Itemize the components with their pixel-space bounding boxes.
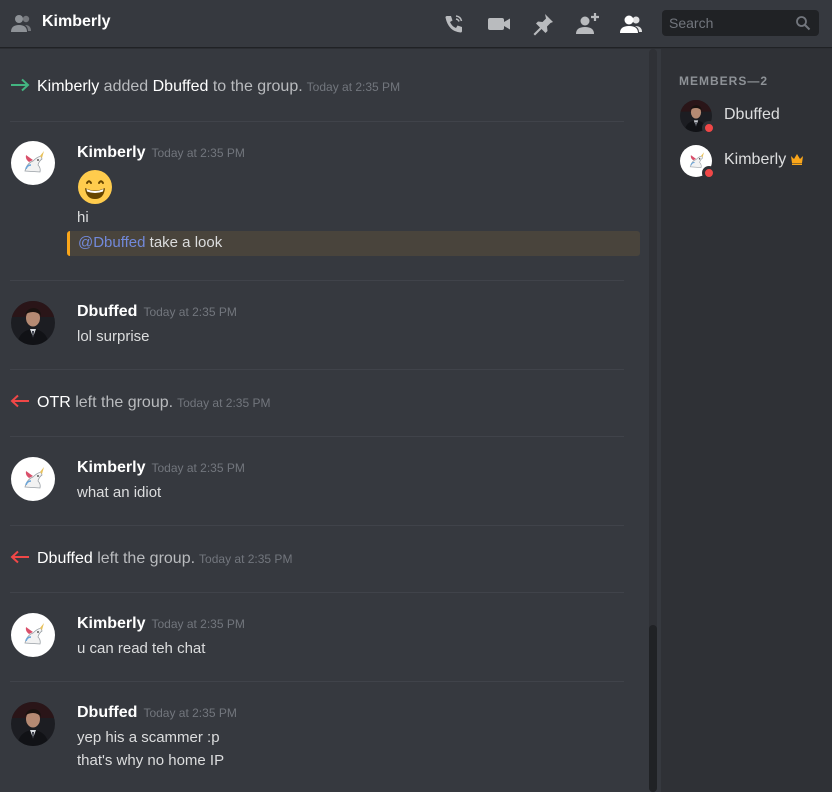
avatar[interactable] <box>11 613 55 657</box>
system-message-leave: OTR left the group. Today at 2:35 PM <box>10 393 270 412</box>
avatar[interactable] <box>11 457 55 501</box>
system-message-leave: Dbuffed left the group. Today at 2:35 PM <box>10 549 292 568</box>
message-divider <box>10 280 624 281</box>
system-target[interactable]: Dbuffed <box>153 78 209 95</box>
user-mention[interactable]: @Dbuffed <box>78 234 146 251</box>
message-text: what an idiot <box>77 484 162 501</box>
timestamp: Today at 2:35 PM <box>151 461 245 475</box>
message-author: Kimberly Today at 2:35 PM <box>77 459 245 476</box>
member-list-icon[interactable] <box>618 11 644 37</box>
dm-user-icon <box>11 15 31 32</box>
arrow-right-icon <box>11 78 30 92</box>
member-item-dbuffed[interactable]: Dbuffed <box>669 97 829 139</box>
message-text: hi <box>77 209 89 226</box>
message-text: that's why no home IP <box>77 752 225 769</box>
message-author: Kimberly Today at 2:35 PM <box>77 615 245 632</box>
message-author: Dbuffed Today at 2:35 PM <box>77 704 237 721</box>
system-actor[interactable]: OTR <box>37 394 71 411</box>
channel-header: Kimberly <box>0 0 832 48</box>
search-input[interactable] <box>662 10 792 36</box>
system-message-join: Kimberly added Dbuffed to the group. Toda… <box>10 77 400 96</box>
start-video-call-icon[interactable] <box>486 11 512 37</box>
message-list[interactable]: Kimberly added Dbuffed to the group. Toda… <box>0 49 661 792</box>
avatar[interactable] <box>11 702 55 746</box>
mention-highlight: @Dbuffed take a look <box>67 231 640 256</box>
member-list: MEMBERS—2 Dbuffed Kimberly <box>661 49 832 792</box>
message-divider <box>10 592 624 593</box>
dnd-status-indicator <box>702 166 716 180</box>
scrollbar-thumb[interactable] <box>649 625 657 792</box>
message-text: @Dbuffed take a look <box>78 234 223 251</box>
arrow-left-icon <box>10 394 29 408</box>
message-divider <box>10 681 624 682</box>
grinning-face-emoji <box>78 170 112 204</box>
message-text: u can read teh chat <box>77 640 206 657</box>
system-actor[interactable]: Dbuffed <box>37 550 93 567</box>
member-name: Dbuffed <box>724 106 780 123</box>
timestamp: Today at 2:35 PM <box>177 396 271 410</box>
start-voice-call-icon[interactable] <box>441 11 467 37</box>
message-divider <box>10 369 624 370</box>
search-icon[interactable] <box>795 15 811 31</box>
timestamp: Today at 2:35 PM <box>306 80 401 94</box>
timestamp: Today at 2:35 PM <box>143 706 237 720</box>
member-item-kimberly[interactable]: Kimberly <box>669 142 829 184</box>
message-author: Kimberly Today at 2:35 PM <box>77 144 245 161</box>
message-divider <box>10 525 624 526</box>
message-author: Dbuffed Today at 2:35 PM <box>77 303 237 320</box>
dnd-status-indicator <box>702 121 716 135</box>
member-name-row: Kimberly <box>724 151 804 169</box>
timestamp: Today at 2:35 PM <box>151 146 245 160</box>
system-actor[interactable]: Kimberly <box>37 78 99 95</box>
message-text: lol surprise <box>77 328 150 345</box>
message-divider <box>10 436 624 437</box>
search-box[interactable] <box>662 10 819 36</box>
member-list-heading: MEMBERS—2 <box>679 74 769 88</box>
owner-crown-icon <box>791 154 804 165</box>
timestamp: Today at 2:35 PM <box>199 552 293 566</box>
member-name: Kimberly <box>724 151 787 168</box>
message-divider <box>10 121 624 122</box>
arrow-left-icon <box>10 550 29 564</box>
avatar[interactable] <box>11 301 55 345</box>
timestamp: Today at 2:35 PM <box>143 305 237 319</box>
add-friends-to-dm-icon[interactable] <box>575 11 601 37</box>
avatar[interactable] <box>11 141 55 185</box>
pinned-messages-icon[interactable] <box>530 11 556 37</box>
channel-title: Kimberly <box>42 13 111 30</box>
message-text: yep his a scammer :p <box>77 729 220 746</box>
timestamp: Today at 2:35 PM <box>151 617 245 631</box>
